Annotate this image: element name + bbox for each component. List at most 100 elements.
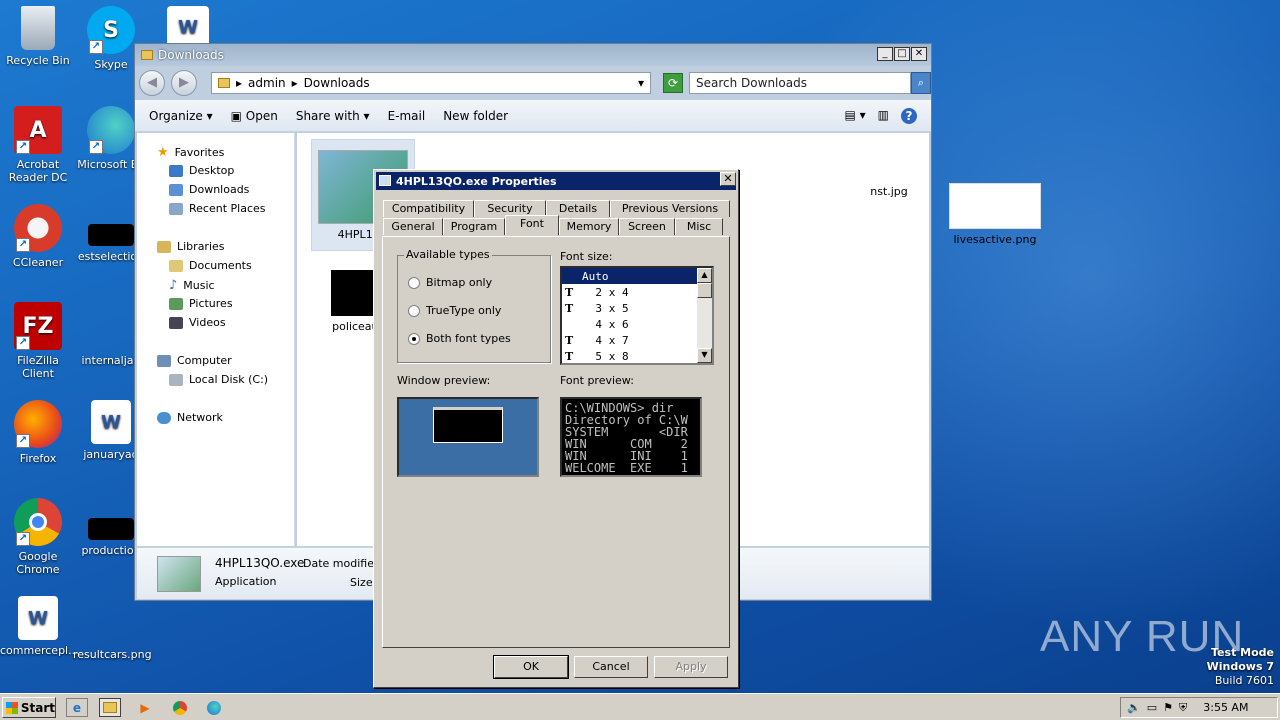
properties-dialog: 4HPL13QO.exe Properties ✕ Compatibility …: [373, 169, 739, 688]
desktop-icon-ccleaner[interactable]: ↗ CCleaner: [0, 204, 76, 269]
breadcrumb-admin[interactable]: admin: [248, 76, 286, 90]
nav-pictures[interactable]: Pictures: [169, 297, 233, 310]
apply-button[interactable]: Apply: [654, 656, 728, 678]
font-tab-panel: Available types Bitmap only TrueType onl…: [382, 236, 730, 648]
tab-font[interactable]: Font: [505, 215, 559, 235]
refresh-button[interactable]: ⟳: [663, 73, 683, 93]
tab-memory[interactable]: Memory: [559, 218, 619, 235]
file-item[interactable]: livesactive.png: [945, 183, 1045, 246]
nav-videos[interactable]: Videos: [169, 316, 226, 329]
address-bar[interactable]: ▸ admin ▸ Downloads ▾: [211, 72, 651, 94]
share-with-button[interactable]: Share with ▾: [296, 109, 370, 123]
desktop-icon-chrome[interactable]: ↗ Google Chrome: [0, 498, 76, 576]
close-button[interactable]: ✕: [911, 47, 927, 61]
tab-screen[interactable]: Screen: [619, 218, 675, 235]
ie-taskbar-icon[interactable]: e: [66, 698, 88, 717]
dialog-titlebar[interactable]: 4HPL13QO.exe Properties: [376, 172, 736, 190]
radio-truetype-only[interactable]: TrueType only: [408, 304, 501, 317]
acrobat-icon: A ↗: [14, 106, 62, 154]
truetype-icon: T: [565, 285, 574, 299]
documents-icon: [169, 259, 183, 272]
network-tray-icon[interactable]: ▭: [1147, 701, 1157, 714]
desktop-icon-resultcars[interactable]: resultcars.png: [73, 596, 152, 661]
email-button[interactable]: E-mail: [388, 109, 426, 123]
font-size-scrollbar[interactable]: ▲ ▼: [697, 268, 712, 363]
preview-pane-icon[interactable]: ▥: [878, 108, 889, 124]
search-input[interactable]: Search Downloads: [689, 72, 911, 94]
ok-button[interactable]: OK: [493, 655, 569, 679]
desktop-icon-label: FileZilla Client: [17, 354, 59, 380]
navigation-pane: ★ Favorites Desktop Downloads Recent Plac…: [137, 133, 295, 546]
scroll-thumb[interactable]: [697, 283, 712, 298]
downloads-icon: [169, 183, 183, 196]
nav-recent-places[interactable]: Recent Places: [169, 202, 266, 215]
font-size-item[interactable]: 4x6: [562, 316, 700, 332]
nav-documents[interactable]: Documents: [169, 259, 252, 272]
font-size-list[interactable]: Auto T2x4 T3x5 4x6 T4x7 T5x8 ▲ ▼: [560, 266, 714, 365]
breadcrumb-downloads[interactable]: Downloads: [304, 76, 370, 90]
desktop-icon-filezilla[interactable]: FZ ↗ FileZilla Client: [0, 302, 76, 380]
nav-music[interactable]: ♪ Music: [169, 278, 215, 293]
file-item[interactable]: nst.jpg: [859, 185, 919, 198]
open-button[interactable]: ▣ Open: [231, 109, 278, 123]
desktop-icon-label: Skype: [94, 58, 128, 71]
tab-previous-versions[interactable]: Previous Versions: [610, 200, 730, 217]
help-icon[interactable]: ?: [901, 108, 917, 124]
nav-computer[interactable]: Computer: [157, 354, 232, 367]
computer-icon: [157, 354, 171, 367]
videos-icon: [169, 316, 183, 329]
new-folder-button[interactable]: New folder: [443, 109, 508, 123]
cancel-button[interactable]: Cancel: [574, 656, 648, 678]
radio-both-font-types[interactable]: Both font types: [408, 332, 511, 345]
tab-misc[interactable]: Misc: [675, 218, 723, 235]
window-title: Downloads: [158, 48, 224, 62]
organize-button[interactable]: Organize ▾: [149, 109, 213, 123]
action-center-icon[interactable]: ⚑: [1163, 701, 1173, 714]
minimize-button[interactable]: _: [877, 47, 893, 61]
dialog-close-button[interactable]: ✕: [720, 172, 736, 186]
test-mode-watermark: Test Mode Windows 7 Build 7601: [1206, 646, 1274, 687]
start-button[interactable]: Start: [2, 697, 56, 718]
tab-program[interactable]: Program: [443, 218, 505, 235]
back-button[interactable]: ◀: [139, 70, 165, 96]
image-thumbnail-icon: [949, 183, 1041, 229]
explorer-titlebar[interactable]: Downloads: [135, 44, 931, 66]
font-size-item[interactable]: T4x7: [562, 332, 700, 348]
scroll-up-icon[interactable]: ▲: [697, 268, 712, 283]
tab-general[interactable]: General: [383, 218, 443, 235]
clock[interactable]: 3:55 AM: [1203, 701, 1248, 714]
nav-network[interactable]: Network: [157, 411, 223, 424]
font-size-item[interactable]: Auto: [562, 268, 700, 284]
tab-compatibility[interactable]: Compatibility: [383, 200, 474, 217]
security-tray-icon[interactable]: ⛨: [1179, 701, 1187, 715]
file-thumbnail-icon: [88, 518, 134, 540]
media-player-taskbar-icon[interactable]: ▶: [134, 698, 156, 717]
change-view-icon[interactable]: ▤ ▾: [844, 108, 865, 124]
nav-downloads[interactable]: Downloads: [169, 183, 249, 196]
font-size-item[interactable]: T3x5: [562, 300, 700, 316]
volume-icon[interactable]: 🔈: [1127, 701, 1141, 714]
command-bar: Organize ▾ ▣ Open Share with ▾ E-mail Ne…: [135, 100, 931, 132]
edge-taskbar-icon[interactable]: [203, 698, 225, 717]
truetype-icon: T: [565, 349, 574, 363]
recycle-bin-icon: [21, 6, 55, 50]
explorer-taskbar-icon[interactable]: [99, 698, 121, 717]
nav-favorites[interactable]: ★ Favorites: [157, 145, 224, 160]
desktop-icon-acrobat[interactable]: A ↗ Acrobat Reader DC: [0, 106, 76, 184]
desktop-icon-firefox[interactable]: ↗ Firefox: [0, 400, 76, 465]
nav-libraries[interactable]: Libraries: [157, 240, 225, 253]
desktop-icon-commercepl[interactable]: W commercepl...: [0, 596, 79, 657]
font-size-item[interactable]: T2x4: [562, 284, 700, 300]
nav-desktop[interactable]: Desktop: [169, 164, 234, 177]
maximize-button[interactable]: □: [894, 47, 910, 61]
search-icon[interactable]: ⌕: [911, 72, 931, 94]
chevron-down-icon[interactable]: ▾: [638, 76, 644, 90]
forward-button[interactable]: ▶: [171, 70, 197, 96]
font-size-item[interactable]: T5x8: [562, 348, 700, 363]
desktop-icon-recycle-bin[interactable]: Recycle Bin: [0, 6, 76, 67]
chrome-taskbar-icon[interactable]: [169, 698, 191, 717]
nav-local-disk[interactable]: Local Disk (C:): [169, 373, 268, 386]
shortcut-arrow-icon: ↗: [16, 532, 30, 546]
radio-bitmap-only[interactable]: Bitmap only: [408, 276, 492, 289]
scroll-down-icon[interactable]: ▼: [697, 348, 712, 363]
